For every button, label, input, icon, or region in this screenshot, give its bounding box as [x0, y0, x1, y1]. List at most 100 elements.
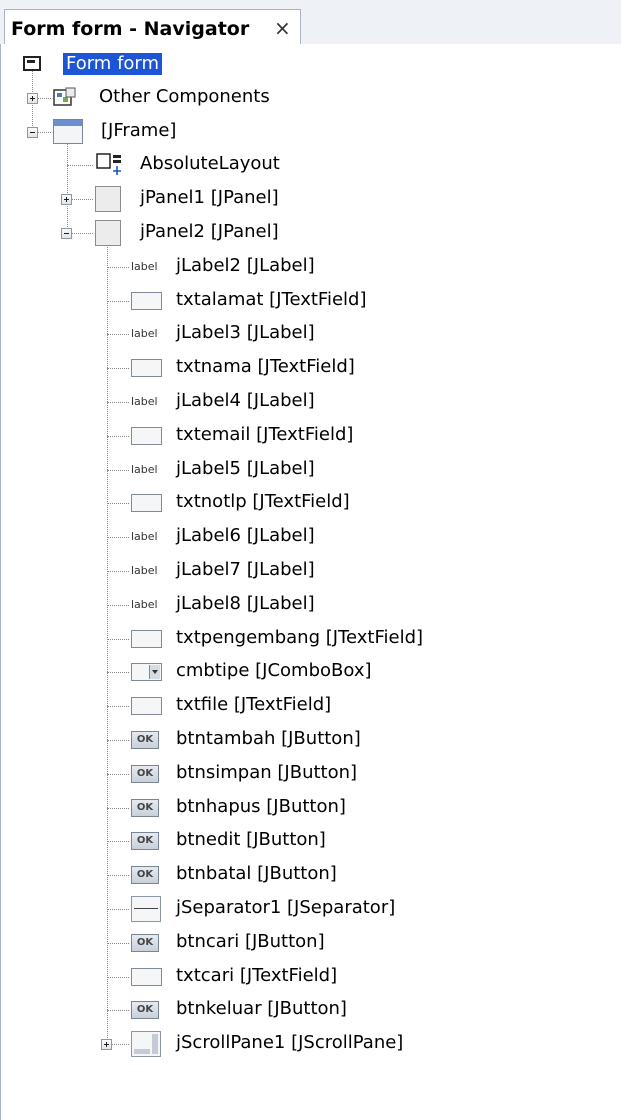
- tree-node-label: txtnama [JTextField]: [176, 356, 355, 377]
- tree-node-jlabel6[interactable]: label jLabel6 [JLabel]: [1, 520, 621, 554]
- button-icon: OK: [131, 934, 159, 952]
- tree-node-jlabel7[interactable]: label jLabel7 [JLabel]: [1, 554, 621, 588]
- tree-node-label: Form form: [63, 53, 163, 75]
- tree-node-label: txtnotlp [JTextField]: [176, 491, 350, 512]
- tree-node-btnsimpan[interactable]: OK btnsimpan [JButton]: [1, 757, 621, 791]
- tree-node-jlabel5[interactable]: label jLabel5 [JLabel]: [1, 453, 621, 487]
- tree-node-jlabel8[interactable]: label jLabel8 [JLabel]: [1, 588, 621, 622]
- tree-guide-line: [107, 1010, 129, 1011]
- tree-guide-line: [107, 571, 129, 572]
- tree-node-txtnama[interactable]: txtnama [JTextField]: [1, 351, 621, 385]
- expand-icon[interactable]: [61, 194, 72, 205]
- tree-guide-line: [107, 943, 129, 944]
- tree-guide-line: [107, 706, 129, 707]
- tree-node-txtnotlp[interactable]: txtnotlp [JTextField]: [1, 486, 621, 520]
- label-icon: label: [131, 564, 158, 577]
- tree-guide-line: [107, 875, 129, 876]
- tree-node-jscrollpane1[interactable]: jScrollPane1 [JScrollPane]: [1, 1027, 621, 1061]
- form-icon: [23, 56, 41, 71]
- tree-guide-line: [107, 672, 129, 673]
- button-icon: OK: [131, 731, 159, 749]
- tree-node-jframe[interactable]: [JFrame]: [1, 115, 621, 149]
- navigator-tab[interactable]: Form form - Navigator ×: [4, 9, 301, 45]
- tree-node-txtcari[interactable]: txtcari [JTextField]: [1, 960, 621, 994]
- tree-node-jpanel2[interactable]: jPanel2 [JPanel]: [1, 216, 621, 250]
- tree-node-label: txtcari [JTextField]: [176, 965, 338, 986]
- tree-node-root[interactable]: Form form: [1, 47, 621, 81]
- tree-node-jseparator1[interactable]: jSeparator1 [JSeparator]: [1, 892, 621, 926]
- tree-guide-line: [107, 537, 129, 538]
- tree-guide-line: [67, 165, 93, 166]
- tree-node-label: btnbatal [JButton]: [176, 863, 337, 884]
- combobox-icon: [131, 663, 162, 681]
- tree-node-jlabel3[interactable]: label jLabel3 [JLabel]: [1, 317, 621, 351]
- tree-node-jpanel1[interactable]: jPanel1 [JPanel]: [1, 182, 621, 216]
- textfield-icon: [131, 494, 162, 512]
- tree-node-label: jLabel7 [JLabel]: [176, 559, 315, 580]
- tree-node-txtemail[interactable]: txtemail [JTextField]: [1, 419, 621, 453]
- tree-node-txtfile[interactable]: txtfile [JTextField]: [1, 689, 621, 723]
- tree-guide-line: [107, 334, 129, 335]
- tree-node-label: Other Components: [99, 86, 270, 107]
- tree-node-label: jLabel6 [JLabel]: [176, 525, 315, 546]
- tree-node-label: jLabel2 [JLabel]: [176, 255, 315, 276]
- tree-node-cmbtipe[interactable]: cmbtipe [JComboBox]: [1, 655, 621, 689]
- tree-guide-line: [107, 808, 129, 809]
- button-icon: OK: [131, 765, 159, 783]
- tree-node-txtalamat[interactable]: txtalamat [JTextField]: [1, 284, 621, 318]
- tree-node-label: jScrollPane1 [JScrollPane]: [176, 1032, 404, 1053]
- button-icon: OK: [131, 799, 159, 817]
- textfield-icon: [131, 697, 162, 715]
- label-icon: label: [131, 463, 158, 476]
- tree-node-btnedit[interactable]: OK btnedit [JButton]: [1, 824, 621, 858]
- tree-node-label: btnhapus [JButton]: [176, 796, 346, 817]
- tree-guide-line: [107, 639, 129, 640]
- tree-node-jlabel4[interactable]: label jLabel4 [JLabel]: [1, 385, 621, 419]
- button-icon: OK: [131, 832, 159, 850]
- tree-node-label: btnedit [JButton]: [176, 829, 326, 850]
- scrollpane-icon: [131, 1031, 161, 1057]
- absolute-layout-icon: [95, 152, 125, 178]
- jpanel-icon: [95, 220, 121, 246]
- tree-guide-line: [107, 301, 129, 302]
- tree-guide-line: [107, 503, 129, 504]
- tree-node-absolute-layout[interactable]: AbsoluteLayout: [1, 148, 621, 182]
- textfield-icon: [131, 427, 162, 445]
- navigator-tab-bar: Form form - Navigator ×: [0, 0, 621, 45]
- label-icon: label: [131, 530, 158, 543]
- tree-node-label: jLabel3 [JLabel]: [176, 322, 315, 343]
- collapse-icon[interactable]: [27, 127, 38, 138]
- component-tree[interactable]: Form form Other Components [JFrame] Absolut…: [1, 44, 621, 1120]
- tree-guide-line: [107, 267, 129, 268]
- tree-node-btntambah[interactable]: OK btntambah [JButton]: [1, 723, 621, 757]
- jframe-icon: [53, 119, 83, 144]
- tree-node-txtpengembang[interactable]: txtpengembang [JTextField]: [1, 622, 621, 656]
- tree-node-label: btntambah [JButton]: [176, 728, 361, 749]
- tree-node-label: txtpengembang [JTextField]: [176, 627, 424, 648]
- expand-icon[interactable]: [27, 93, 38, 104]
- tree-node-label: btncari [JButton]: [176, 931, 325, 952]
- other-components-icon: [53, 87, 77, 109]
- tree-node-other-components[interactable]: Other Components: [1, 81, 621, 115]
- tree-node-btnkeluar[interactable]: OK btnkeluar [JButton]: [1, 993, 621, 1027]
- expand-icon[interactable]: [101, 1039, 112, 1050]
- tree-node-label: jLabel4 [JLabel]: [176, 390, 315, 411]
- tree-guide-line: [107, 740, 129, 741]
- tree-node-label: btnsimpan [JButton]: [176, 762, 358, 783]
- tree-node-btncari[interactable]: OK btncari [JButton]: [1, 926, 621, 960]
- tree-node-label: jPanel1 [JPanel]: [140, 187, 279, 208]
- button-icon: OK: [131, 866, 159, 884]
- button-icon: OK: [131, 1001, 159, 1019]
- collapse-icon[interactable]: [61, 228, 72, 239]
- textfield-icon: [131, 630, 162, 648]
- textfield-icon: [131, 968, 162, 986]
- tree-node-btnbatal[interactable]: OK btnbatal [JButton]: [1, 858, 621, 892]
- tree-node-label: jSeparator1 [JSeparator]: [176, 897, 396, 918]
- tree-node-label: txtalamat [JTextField]: [176, 289, 367, 310]
- close-icon[interactable]: ×: [274, 16, 291, 40]
- tree-guide-line: [107, 774, 129, 775]
- tree-guide-line: [107, 470, 129, 471]
- label-icon: label: [131, 598, 158, 611]
- tree-node-btnhapus[interactable]: OK btnhapus [JButton]: [1, 791, 621, 825]
- tree-node-jlabel2[interactable]: label jLabel2 [JLabel]: [1, 250, 621, 284]
